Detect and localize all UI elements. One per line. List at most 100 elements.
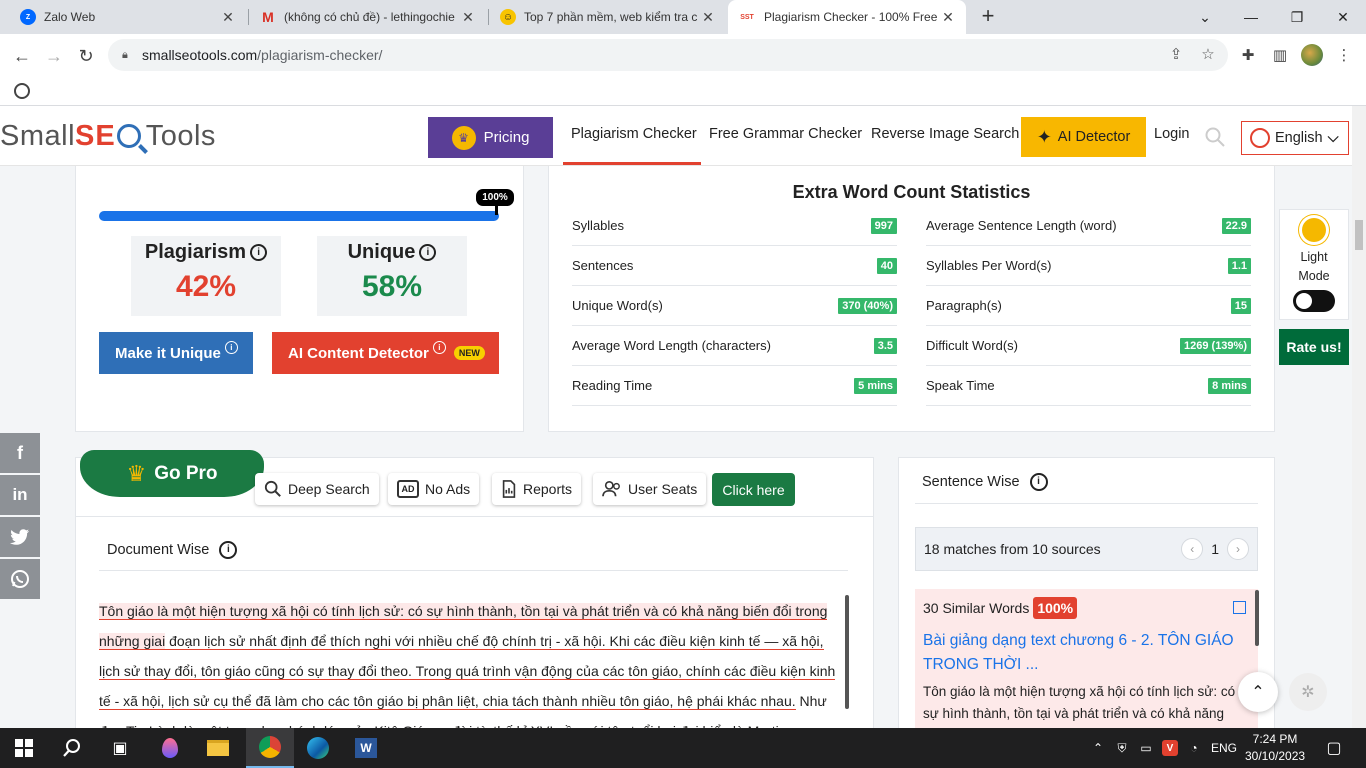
stat-value: 15	[1230, 297, 1251, 314]
site-logo[interactable]: Small SE Tools	[0, 116, 216, 156]
match-percent-badge: 100%	[1033, 597, 1078, 619]
bug-report-icon[interactable]: ✲	[1289, 673, 1327, 711]
side-panel-icon[interactable]: ▥	[1270, 45, 1290, 65]
login-link[interactable]: Login	[1154, 126, 1189, 142]
no-ads-chip[interactable]: AD No Ads	[388, 473, 480, 505]
close-icon[interactable]: ✕	[700, 9, 716, 26]
forward-arrow-icon[interactable]: →	[40, 42, 68, 70]
windows-start-icon[interactable]	[0, 728, 48, 768]
new-tab-button[interactable]: +	[976, 4, 1000, 28]
facebook-icon[interactable]: f	[0, 433, 40, 473]
chip-label: Deep Search	[288, 481, 370, 497]
file-explorer-icon[interactable]	[194, 728, 242, 768]
user-seats-chip[interactable]: User Seats	[593, 473, 707, 505]
shield-icon[interactable]: ⛨	[1112, 728, 1132, 768]
stat-value: 1269 (139%)	[1180, 337, 1251, 354]
close-window-button[interactable]: ✕	[1320, 0, 1366, 34]
scroll-to-top-button[interactable]: ⌃	[1238, 672, 1278, 712]
highlighted-sentence[interactable]: đoạn lịch sử nhất định để thích nghi với…	[165, 633, 606, 650]
stat-row-avg-sentence-length: Average Sentence Length (word) 22.9	[926, 206, 1251, 246]
make-it-unique-button[interactable]: Make it Unique i	[99, 332, 253, 374]
restore-button[interactable]: ❐	[1274, 0, 1320, 34]
chevron-right-icon[interactable]: ›	[1227, 538, 1249, 560]
close-icon[interactable]: ✕	[220, 9, 236, 26]
page-scrollbar[interactable]	[1352, 106, 1366, 728]
share-icon[interactable]: ⇪	[1166, 44, 1186, 64]
sun-icon	[1302, 218, 1326, 242]
close-icon[interactable]: ✕	[940, 9, 956, 26]
twitter-icon[interactable]	[0, 517, 40, 557]
browser-tab-zalo[interactable]: Z Zalo Web ✕	[10, 0, 246, 34]
nav-grammar-checker[interactable]: Free Grammar Checker	[709, 126, 862, 142]
task-view-icon[interactable]: ▣	[96, 728, 144, 768]
system-clock[interactable]: 7:24 PM 30/10/2023	[1245, 731, 1305, 765]
stat-row-paragraphs: Paragraph(s) 15	[926, 286, 1251, 326]
language-select[interactable]: English ⌵	[1241, 121, 1349, 155]
tab-search-chevron-icon[interactable]: ⌄	[1182, 0, 1228, 34]
bookmarks-bar	[0, 76, 1366, 106]
language-indicator[interactable]: ENG	[1210, 728, 1238, 768]
browser-tab-gmail[interactable]: M (không có chủ đề) - lethingochie ✕	[250, 0, 486, 34]
vivaldi-icon[interactable]: V	[1160, 728, 1180, 768]
highlighted-sentence[interactable]: phân liệt, chia tách thành nhiều tôn giá…	[418, 693, 796, 710]
sentence-scrollbar[interactable]	[1255, 590, 1259, 646]
search-icon[interactable]	[48, 728, 96, 768]
ai-detector-button[interactable]: ✦ AI Detector	[1021, 117, 1146, 157]
info-icon[interactable]: i	[419, 244, 437, 261]
info-icon[interactable]: i	[250, 244, 268, 261]
document-wise-title: Document Wise	[107, 542, 210, 558]
battery-icon[interactable]: ▭	[1136, 728, 1156, 768]
bookmark-star-icon[interactable]: ☆	[1198, 44, 1218, 64]
new-badge: NEW	[453, 346, 485, 360]
ai-content-detector-button[interactable]: AI Content Detector i NEW	[272, 332, 499, 374]
external-link-icon[interactable]	[1233, 601, 1246, 614]
search-icon[interactable]	[1205, 127, 1225, 147]
globe-bookmark-icon[interactable]	[14, 83, 30, 99]
stat-label: Speak Time	[926, 378, 995, 393]
stat-label: Difficult Word(s)	[926, 338, 1018, 353]
language-label: English	[1275, 130, 1323, 146]
nav-active-indicator	[563, 162, 701, 165]
chrome-icon[interactable]	[246, 728, 294, 768]
go-pro-ribbon[interactable]: ♛ Go Pro	[80, 450, 264, 497]
mode-label: Mode	[1298, 269, 1330, 283]
address-bar[interactable]: 🔒︎ smallseotools.com /plagiarism-checker…	[108, 39, 1228, 71]
close-icon[interactable]: ✕	[460, 9, 476, 26]
logo-text-seo: SE	[75, 119, 116, 152]
rate-us-button[interactable]: Rate us!	[1279, 329, 1349, 365]
light-mode-toggle[interactable]	[1293, 290, 1335, 312]
document-text: Tôn giáo là một hiện tượng xã hội có tín…	[99, 596, 844, 746]
profile-avatar[interactable]	[1301, 44, 1323, 66]
notification-icon[interactable]: ▢	[1318, 728, 1350, 768]
chevron-left-icon[interactable]: ‹	[1181, 538, 1204, 560]
deep-search-chip[interactable]: Deep Search	[255, 473, 379, 505]
reports-chip[interactable]: Reports	[492, 473, 582, 505]
chip-label: Reports	[523, 481, 573, 497]
source-link[interactable]: Bài giảng dạng text chương 6 - 2. TÔN GI…	[923, 629, 1250, 677]
tab-title: Plagiarism Checker - 100% Free	[764, 10, 938, 24]
pricing-button[interactable]: ♛ Pricing	[428, 117, 553, 158]
word-icon[interactable]: W	[342, 728, 390, 768]
browser-tab-plagiarism[interactable]: SST Plagiarism Checker - 100% Free ✕	[728, 0, 966, 34]
linkedin-icon[interactable]: in	[0, 475, 40, 515]
click-here-button[interactable]: Click here	[712, 473, 795, 506]
info-icon[interactable]: i	[219, 541, 238, 559]
extensions-puzzle-icon[interactable]: ✚	[1238, 45, 1258, 65]
tab-title: (không có chủ đề) - lethingochie	[284, 10, 455, 24]
info-icon[interactable]: i	[1029, 473, 1048, 491]
nav-reverse-image-search[interactable]: Reverse Image Search	[871, 126, 1019, 142]
page-scrollbar-thumb[interactable]	[1355, 220, 1363, 250]
reload-icon[interactable]: ↻	[72, 42, 100, 70]
edge-icon[interactable]	[294, 728, 342, 768]
tray-chevron-up-icon[interactable]: ⌃	[1088, 728, 1108, 768]
document-scrollbar[interactable]	[845, 595, 849, 709]
kebab-menu-icon[interactable]: ⋮	[1334, 45, 1354, 65]
nav-plagiarism-checker[interactable]: Plagiarism Checker	[571, 126, 697, 142]
minimize-button[interactable]: —	[1228, 0, 1274, 34]
whatsapp-icon[interactable]	[0, 559, 40, 599]
browser-tab-top7[interactable]: ☺ Top 7 phần mềm, web kiểm tra c ✕	[490, 0, 726, 34]
color-drop-app-icon[interactable]	[146, 728, 194, 768]
sentence-wise-title: Sentence Wise	[922, 474, 1020, 490]
back-arrow-icon[interactable]: ←	[8, 42, 36, 70]
wifi-icon[interactable]: ◔	[1184, 728, 1204, 768]
